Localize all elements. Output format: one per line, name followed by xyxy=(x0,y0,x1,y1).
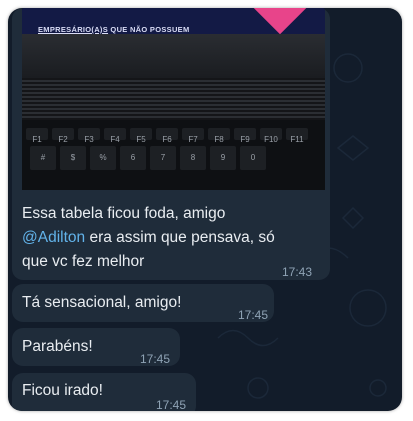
banner-rest: QUE NÃO POSSUEM xyxy=(108,25,190,34)
laptop-speaker-grill xyxy=(22,78,325,120)
message-time: 17:45 xyxy=(238,308,269,322)
key: F9 xyxy=(234,128,256,144)
key: 6 xyxy=(120,146,146,170)
key: % xyxy=(90,146,116,170)
mention-link[interactable]: @Adilton xyxy=(22,229,85,246)
message-bubble[interactable]: Tá sensacional, amigo! 17:45 xyxy=(12,284,274,322)
key: F10 xyxy=(260,128,282,144)
message-text: Essa tabela ficou foda, amigo @Adilton e… xyxy=(22,202,322,274)
message-line: Essa tabela ficou foda, amigo xyxy=(22,205,226,222)
key: F3 xyxy=(78,128,100,144)
message-time: 17:43 xyxy=(282,265,313,279)
message-line: @Adilton era assim que pensava, só xyxy=(22,226,322,250)
key: 8 xyxy=(180,146,206,170)
message-text: Ficou irado! xyxy=(22,382,103,399)
message-text: Tá sensacional, amigo! xyxy=(22,294,182,311)
message-bubble[interactable]: Ficou irado! 17:45 xyxy=(12,373,196,411)
keyboard: F1 F2 F3 F4 F5 F6 F7 F8 F9 F10 F11 # $ %… xyxy=(22,120,325,190)
message-photo[interactable]: EMPRESÁRIO(A)S QUE NÃO POSSUEM F1 F2 F3 … xyxy=(22,8,325,190)
message-bubble[interactable]: Parabéns! 17:45 xyxy=(12,328,180,366)
laptop-hinge xyxy=(22,34,325,78)
key: 0 xyxy=(240,146,266,170)
key: F1 xyxy=(26,128,48,144)
key: F8 xyxy=(208,128,230,144)
banner-prefix: EMPRESÁRIO(A)S xyxy=(38,25,109,34)
key: $ xyxy=(60,146,86,170)
key: F11 xyxy=(286,128,308,144)
message-text: Parabéns! xyxy=(22,338,93,355)
chat-window: EMPRESÁRIO(A)S QUE NÃO POSSUEM F1 F2 F3 … xyxy=(8,8,402,411)
key: F6 xyxy=(156,128,178,144)
message-time: 17:45 xyxy=(140,352,171,366)
key: F4 xyxy=(104,128,126,144)
key: 7 xyxy=(150,146,176,170)
key: # xyxy=(30,146,56,170)
key: 9 xyxy=(210,146,236,170)
message-bubble-photo[interactable]: EMPRESÁRIO(A)S QUE NÃO POSSUEM F1 F2 F3 … xyxy=(12,8,330,280)
message-line-rest: era assim que pensava, só xyxy=(85,229,275,246)
message-line: que vc fez melhor xyxy=(22,253,145,270)
key: F7 xyxy=(182,128,204,144)
key: F5 xyxy=(130,128,152,144)
key: F2 xyxy=(52,128,74,144)
message-time: 17:45 xyxy=(156,398,187,411)
